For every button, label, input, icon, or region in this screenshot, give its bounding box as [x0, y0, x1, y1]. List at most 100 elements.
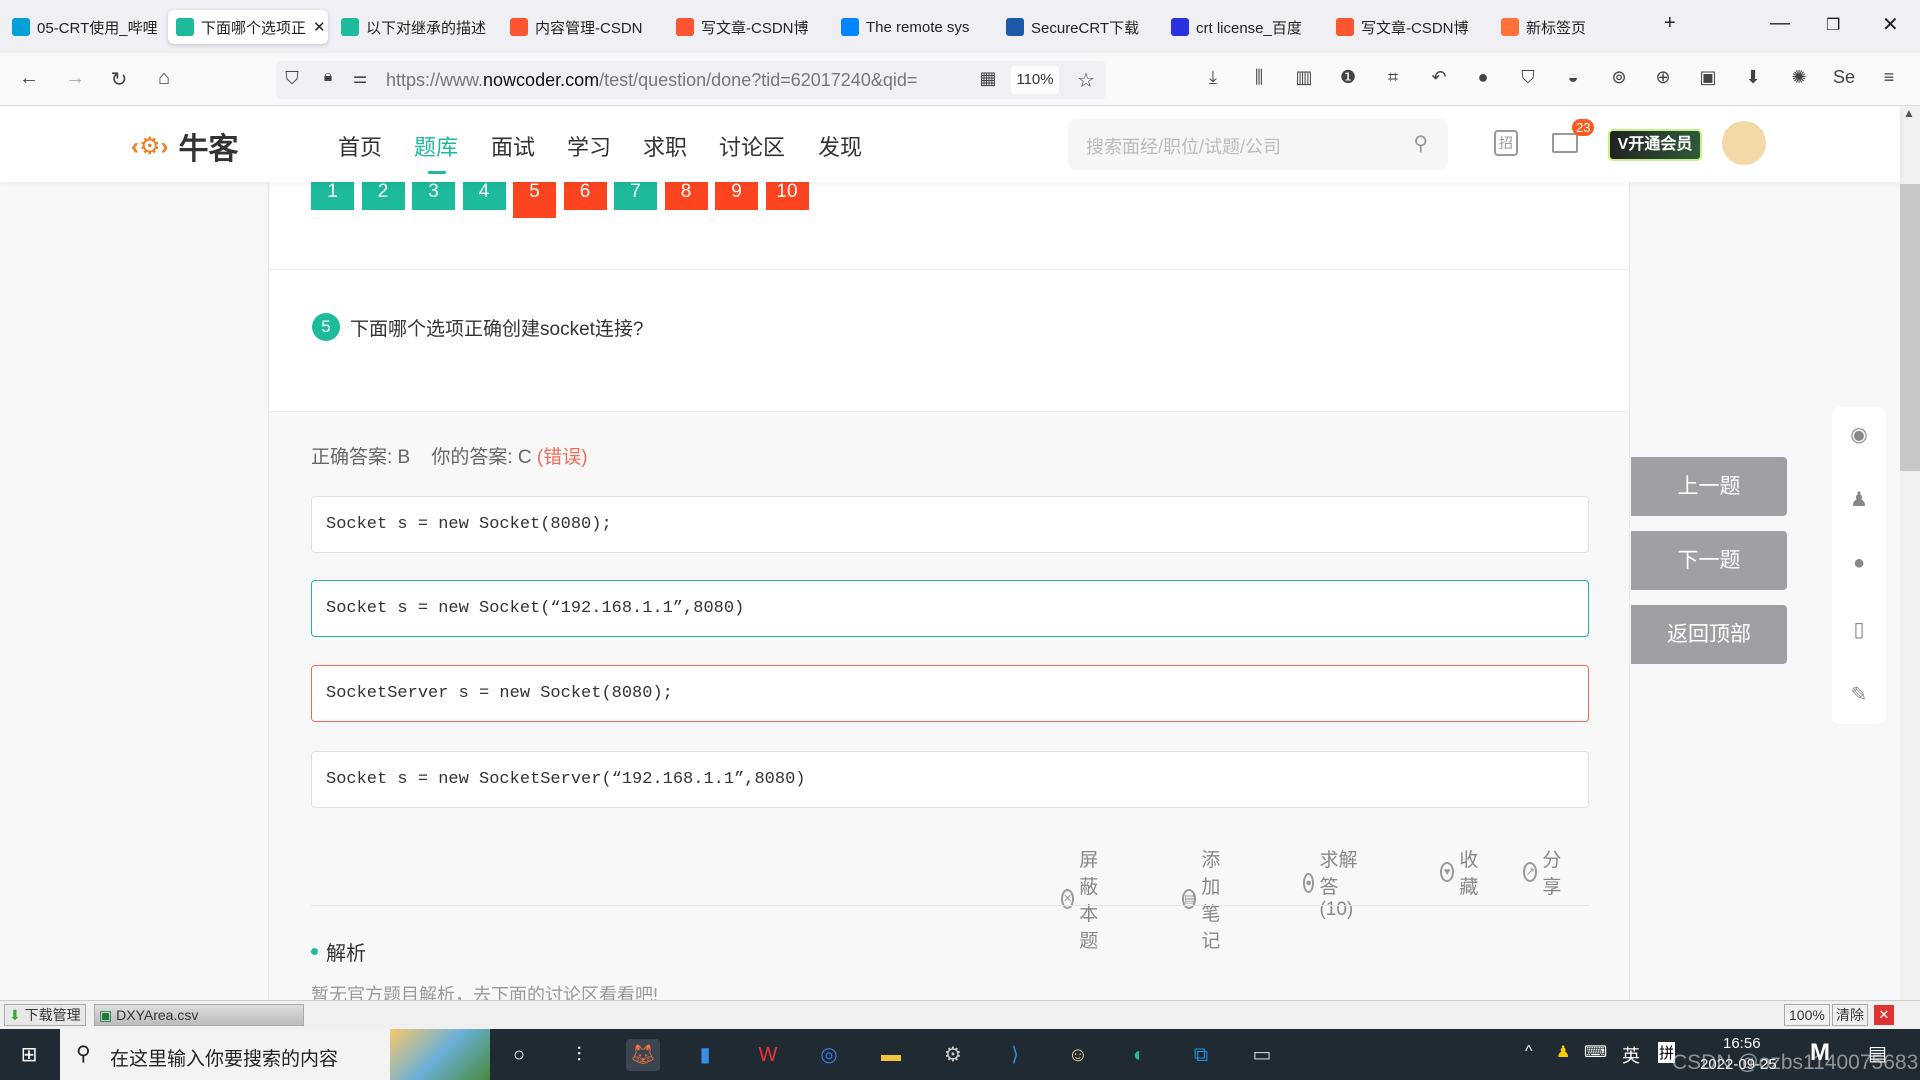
back-to-top-button[interactable]: 返回顶部: [1631, 605, 1787, 664]
windows-start-icon[interactable]: ⊞: [12, 1039, 46, 1071]
firefox-icon[interactable]: 🦊︎: [626, 1039, 660, 1071]
browser-tab[interactable]: 新标签页: [1497, 10, 1647, 44]
tray-expand-icon[interactable]: ^: [1525, 1043, 1533, 1061]
share-button[interactable]: ↗ 分享: [1523, 845, 1567, 899]
browser-tab[interactable]: 写文章-CSDN博: [1332, 10, 1482, 44]
remote-desktop-icon[interactable]: ⧉: [1184, 1039, 1218, 1071]
globe-icon[interactable]: ⊕: [1651, 67, 1675, 88]
address-bar[interactable]: ⛉ 🔒︎ ⚌ https://www.nowcoder.com/test/que…: [276, 61, 1106, 99]
block-question-button[interactable]: ✕ 屏蔽本题: [1061, 845, 1105, 953]
task-view-icon[interactable]: ○: [502, 1039, 536, 1071]
browser-tab[interactable]: 内容管理-CSDN: [506, 10, 656, 44]
download-zoom[interactable]: 100%: [1784, 1004, 1830, 1026]
url-text[interactable]: https://www.nowcoder.com/test/question/d…: [386, 70, 966, 91]
selenium-icon[interactable]: Se: [1832, 67, 1856, 88]
mail-icon[interactable]: [1552, 133, 1578, 153]
download-item[interactable]: ▣ DXYArea.csv: [94, 1004, 304, 1026]
link-icon[interactable]: ⊚: [1607, 67, 1631, 88]
wps-icon[interactable]: W: [751, 1039, 785, 1071]
undo-icon[interactable]: ↶: [1427, 67, 1451, 88]
browser-tab[interactable]: 以下对继承的描述: [337, 10, 487, 44]
vscode-icon[interactable]: ⟩: [998, 1039, 1032, 1071]
scroll-thumb[interactable]: [1900, 184, 1920, 471]
nav-1[interactable]: 题库: [414, 130, 458, 174]
scroll-up-icon[interactable]: ▲: [1903, 106, 1915, 120]
keyboard-icon[interactable]: ⌨: [1584, 1042, 1607, 1062]
emblem-icon[interactable]: ✺: [1787, 67, 1811, 88]
qr-code-icon[interactable]: ▦: [976, 68, 1000, 89]
shield-extension-icon[interactable]: ⛉: [1516, 67, 1540, 88]
nav-4[interactable]: 求职: [643, 130, 687, 162]
nav-6[interactable]: 发现: [818, 130, 862, 162]
extension-icon[interactable]: ●: [1471, 67, 1495, 88]
recruit-icon[interactable]: 招: [1494, 130, 1518, 156]
qq-tray-icon[interactable]: ♟: [1556, 1042, 1570, 1062]
answer-verdict: (错误): [536, 447, 588, 468]
nav-3[interactable]: 学习: [567, 130, 611, 162]
mobile-icon[interactable]: ▯: [1847, 617, 1871, 641]
browser-tab[interactable]: 05-CRT使用_哔哩: [8, 10, 158, 44]
wechat-icon[interactable]: ●: [1847, 552, 1871, 576]
qq-icon[interactable]: ♟: [1847, 487, 1871, 511]
settings-gear-icon[interactable]: ⚙: [936, 1039, 970, 1071]
nav-2[interactable]: 面试: [491, 130, 535, 162]
close-download-bar-icon[interactable]: ✕: [1874, 1005, 1894, 1025]
reload-icon[interactable]: ↻: [107, 67, 131, 92]
bowl-icon[interactable]: ◒: [1561, 67, 1585, 88]
avatar[interactable]: [1722, 121, 1766, 165]
nav-5[interactable]: 讨论区: [719, 130, 785, 162]
zoom-level[interactable]: 110%: [1011, 66, 1059, 94]
clear-downloads-button[interactable]: 清除: [1832, 1004, 1868, 1026]
avatar-app-icon[interactable]: ☺: [1061, 1039, 1095, 1071]
edge-icon[interactable]: ◐: [1122, 1039, 1156, 1071]
feedback-icon[interactable]: ✎: [1847, 682, 1871, 706]
close-tab-icon[interactable]: ✕: [313, 18, 326, 36]
bookmark-star-icon[interactable]: ☆: [1074, 68, 1098, 93]
favorite-button[interactable]: ♥ 收藏: [1440, 845, 1484, 899]
browser-tab[interactable]: SecureCRT下载: [1002, 10, 1152, 44]
next-question-button[interactable]: 下一题: [1631, 531, 1787, 590]
browser-tab[interactable]: 下面哪个选项正 ✕: [168, 10, 328, 44]
file-manager-icon[interactable]: ▮: [688, 1039, 722, 1071]
ask-answer-button[interactable]: ● 求解答(10): [1303, 845, 1362, 921]
crop-icon[interactable]: ⌗: [1381, 67, 1405, 88]
vip-button[interactable]: V开通会员: [1608, 129, 1702, 161]
home-icon[interactable]: ⌂: [152, 67, 176, 90]
sidebar-icon[interactable]: ▥: [1292, 67, 1316, 88]
download-icon[interactable]: ⤓: [1201, 67, 1225, 88]
file-explorer-icon[interactable]: ▬: [874, 1039, 908, 1071]
site-header: ‹⚙› 牛客 首页 题库 面试 学习 求职 讨论区 发现 搜索面经/职位/试题/公司 ⚲ 招…: [0, 106, 1900, 182]
browser-tab[interactable]: The remote sys: [837, 10, 987, 44]
download-manager-button[interactable]: ⬇ 下载管理: [4, 1004, 86, 1026]
site-search-input[interactable]: 搜索面经/职位/试题/公司 ⚲: [1068, 119, 1448, 170]
weibo-icon[interactable]: ◉: [1847, 422, 1871, 446]
browser-icon[interactable]: ◎: [812, 1039, 846, 1071]
notification-icon[interactable]: ▤: [1868, 1041, 1887, 1066]
restore-button[interactable]: ❐: [1826, 15, 1840, 35]
menu-icon[interactable]: ≡: [1877, 67, 1901, 88]
mask-icon[interactable]: ▣: [1696, 67, 1720, 88]
clock-time[interactable]: 16:56: [1723, 1035, 1761, 1052]
taskbar-search[interactable]: ⚲ 在这里输入你要搜索的内容: [60, 1029, 490, 1080]
close-window-button[interactable]: ✕: [1882, 12, 1899, 37]
page-scrollbar[interactable]: ▲: [1900, 106, 1920, 1000]
back-icon[interactable]: ←: [17, 67, 41, 90]
onepassword-icon[interactable]: ❶: [1336, 67, 1360, 88]
nav-0[interactable]: 首页: [338, 130, 382, 162]
library-icon[interactable]: ⫼: [1247, 67, 1271, 88]
minimize-button[interactable]: —: [1770, 12, 1790, 35]
save-icon[interactable]: ⬇: [1741, 67, 1765, 88]
forward-icon[interactable]: →: [63, 67, 87, 90]
browser-tab[interactable]: 写文章-CSDN博: [672, 10, 822, 44]
search-icon[interactable]: ⚲: [1413, 131, 1428, 156]
question-nav-button[interactable]: 5: [513, 176, 556, 218]
tray-app-icon[interactable]: M: [1810, 1039, 1830, 1067]
prev-question-button[interactable]: 上一题: [1631, 457, 1787, 516]
site-logo[interactable]: ‹⚙› 牛客: [131, 124, 239, 168]
multitask-icon[interactable]: ⫶: [562, 1039, 596, 1071]
ime-indicator[interactable]: 英: [1622, 1042, 1640, 1068]
add-note-button[interactable]: ▤ 添加笔记: [1182, 845, 1226, 953]
window-app-icon[interactable]: ▭: [1245, 1039, 1279, 1071]
new-tab-button[interactable]: +: [1664, 12, 1676, 35]
browser-tab[interactable]: crt license_百度: [1167, 10, 1317, 44]
